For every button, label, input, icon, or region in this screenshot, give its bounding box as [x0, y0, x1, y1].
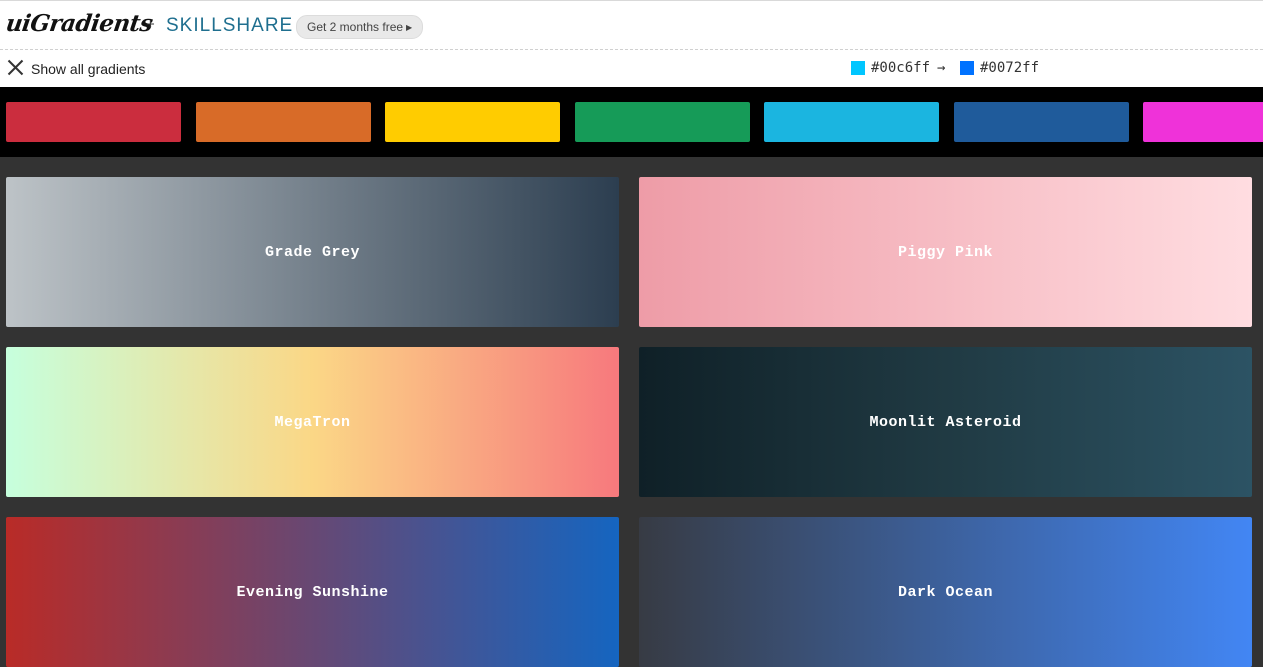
gradient-name: Evening Sunshine [236, 583, 389, 601]
gradient-name: MegaTron [274, 413, 351, 431]
color-filter-chip[interactable] [1143, 102, 1263, 142]
close-icon[interactable] [7, 59, 24, 76]
color-filter-chip[interactable] [385, 102, 560, 142]
gradient-card[interactable]: Dark Ocean [639, 517, 1252, 667]
gradient-card[interactable]: Piggy Pink [639, 177, 1252, 327]
arrow-right-icon: → [937, 60, 946, 76]
color-filter-chip[interactable] [953, 102, 1129, 142]
from-color-hex[interactable]: #00c6ff [871, 60, 930, 76]
color-filter-palette [0, 87, 1263, 157]
gradient-card[interactable]: MegaTron [6, 347, 619, 497]
top-bar: uiGradients + SKILLSHARE Get 2 months fr… [0, 0, 1263, 50]
color-filter-chip[interactable] [6, 102, 181, 142]
promo-label: Get 2 months free [307, 20, 404, 34]
promo-button[interactable]: Get 2 months free ▶ [296, 15, 424, 39]
color-filter-chip[interactable] [764, 102, 939, 142]
color-filter-chip[interactable] [574, 102, 750, 142]
from-color-swatch [851, 61, 865, 75]
gradient-name: Moonlit Asteroid [869, 413, 1022, 431]
to-color-hex[interactable]: #0072ff [980, 60, 1039, 76]
gradient-toolbar [0, 50, 1263, 87]
gradient-card[interactable]: Evening Sunshine [6, 517, 619, 667]
gradient-card[interactable]: Grade Grey [6, 177, 619, 327]
gradient-name: Grade Grey [264, 243, 360, 261]
partner-logo[interactable]: SKILLSHARE [166, 15, 293, 37]
gradient-name: Dark Ocean [897, 583, 993, 601]
to-color-swatch [960, 61, 974, 75]
gradient-card[interactable]: Moonlit Asteroid [639, 347, 1252, 497]
show-all-gradients-link[interactable]: Show all gradients [31, 61, 145, 77]
triangle-right-icon: ▶ [406, 23, 413, 32]
plus-separator: + [146, 16, 155, 33]
color-filter-chip[interactable] [195, 102, 371, 142]
site-logo[interactable]: uiGradients [4, 10, 154, 37]
gradient-name: Piggy Pink [897, 243, 993, 261]
